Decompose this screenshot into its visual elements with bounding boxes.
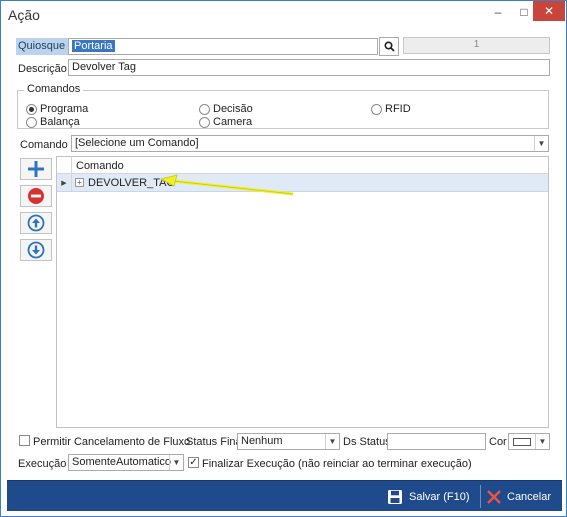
move-up-icon [27,214,45,232]
execucao-label: Execução [18,458,67,470]
close-icon [487,489,501,504]
status-final-select[interactable]: Nenhum ▼ [237,433,340,450]
comandos-group-title: Comandos [24,83,84,95]
quiosque-input[interactable]: Portaria [68,38,378,55]
title-bar: Ação – □ ✕ [1,1,566,29]
save-icon [388,489,402,504]
descricao-label: Descrição [18,63,67,75]
move-up-button[interactable] [20,212,52,234]
radio-label: Camera [213,116,253,128]
footer-divider [480,485,481,508]
descricao-input[interactable]: Devolver Tag [68,59,550,76]
expand-icon[interactable]: + [75,178,84,187]
radio-dot-selected [26,103,37,115]
window-title: Ação [8,7,40,23]
cancel-label: Cancelar [507,490,552,503]
add-command-button[interactable] [20,158,52,180]
radio-programa[interactable]: Programa [26,103,88,115]
radio-camera[interactable]: Camera [199,116,252,128]
close-button[interactable]: ✕ [533,1,565,21]
radio-dot [371,103,382,115]
quiosque-value: Portaria [72,40,115,52]
search-button[interactable] [379,37,399,56]
chevron-down-icon[interactable]: ▼ [169,455,183,470]
cor-label: Cor [489,436,507,448]
execucao-value: SomenteAutomatico [72,456,172,468]
footer-bar: Salvar (F10) Cancelar [7,480,562,511]
grid-header: Comando [57,157,548,174]
table-row[interactable]: ▶ + DEVOLVER_TAG [57,174,548,192]
radio-dot [199,116,210,128]
permitir-cancelamento-label: Permitir Cancelamento de Fluxo [33,436,191,448]
quiosque-label: Quiosque [16,38,68,55]
finalizar-execucao-checkbox[interactable]: ✓ [188,457,199,468]
quiosque-id-field: 1 [403,37,550,54]
save-label: Salvar (F10) [409,490,470,503]
dialog-window: Ação – □ ✕ Quiosque Portaria 1 Descrição… [0,0,567,517]
status-final-value: Nenhum [241,435,283,447]
ds-status-label: Ds Status [343,436,391,448]
chevron-down-icon[interactable]: ▼ [535,434,549,449]
radio-label: RFID [385,103,411,115]
status-final-label: Status Final [186,436,245,448]
chevron-down-icon[interactable]: ▼ [325,434,339,449]
radio-label: Decisão [213,103,253,115]
radio-label: Balança [40,116,80,128]
add-icon [28,161,44,177]
search-icon [383,41,395,52]
comando-value: [Selecione um Comando] [75,137,199,149]
comandos-groupbox [17,90,549,129]
comando-label: Comando [20,139,68,151]
save-button[interactable]: Salvar (F10) [387,481,470,512]
radio-rfid[interactable]: RFID [371,103,411,115]
permitir-cancelamento-checkbox[interactable] [19,435,30,446]
move-down-icon [27,241,45,259]
finalizar-execucao-label: Finalizar Execução (não reinciar ao term… [202,458,472,470]
column-header-comando[interactable]: Comando [76,160,124,172]
row-indicator-arrow-icon: ▶ [57,174,72,191]
execucao-select[interactable]: SomenteAutomatico ▼ [68,454,184,471]
radio-decisao[interactable]: Decisão [199,103,253,115]
chevron-down-icon[interactable]: ▼ [534,136,548,151]
remove-icon [28,188,44,204]
move-down-button[interactable] [20,239,52,261]
ds-status-input[interactable] [387,433,486,450]
cor-select[interactable]: ▼ [508,433,550,450]
radio-dot [26,116,37,128]
radio-label: Programa [40,103,89,115]
minimize-button[interactable]: – [485,1,511,23]
color-swatch [513,438,531,446]
row-indicator-header [57,157,72,174]
remove-command-button[interactable] [20,185,52,207]
commands-grid[interactable]: Comando ▶ + DEVOLVER_TAG [56,156,549,428]
cancel-button[interactable]: Cancelar [487,481,551,512]
annotation-arrow-icon [159,174,294,196]
radio-dot [199,103,210,115]
radio-balanca[interactable]: Balança [26,116,80,128]
comando-select[interactable]: [Selecione um Comando] ▼ [71,135,549,152]
